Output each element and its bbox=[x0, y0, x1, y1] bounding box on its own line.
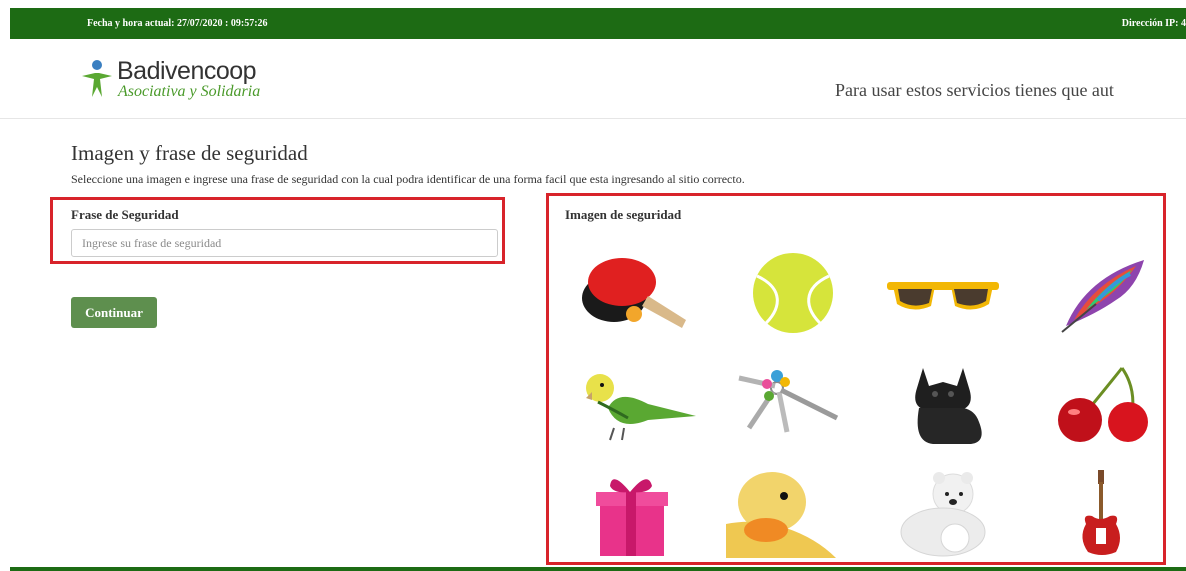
image-option-gift[interactable] bbox=[578, 468, 698, 558]
logo-tagline: Asociativa y Solidaria bbox=[118, 83, 261, 100]
electric-guitar-icon bbox=[1082, 470, 1120, 555]
bottom-bar bbox=[10, 567, 1186, 571]
top-bar: Fecha y hora actual: 27/07/2020 : 09:57:… bbox=[10, 8, 1186, 39]
image-option-feather[interactable] bbox=[1036, 248, 1156, 338]
gift-box-icon bbox=[596, 479, 668, 556]
current-datetime: Fecha y hora actual: 27/07/2020 : 09:57:… bbox=[87, 18, 268, 29]
image-option-parakeet[interactable] bbox=[578, 358, 698, 448]
page-title: Imagen y frase de seguridad bbox=[71, 141, 308, 165]
image-option-polar-bear[interactable] bbox=[883, 468, 1003, 558]
image-option-guitar[interactable] bbox=[1036, 468, 1156, 558]
image-option-duckling[interactable] bbox=[726, 468, 846, 558]
logo[interactable]: Badivencoop Asociativa y Solidaria bbox=[80, 57, 300, 102]
image-option-ping-pong[interactable] bbox=[578, 248, 698, 338]
french-bulldog-icon bbox=[915, 368, 982, 444]
ping-pong-paddle-icon bbox=[582, 258, 686, 328]
image-option-bulldog[interactable] bbox=[883, 358, 1003, 448]
phrase-label: Frase de Seguridad bbox=[71, 207, 179, 222]
image-option-tennis-ball[interactable] bbox=[733, 248, 853, 338]
parakeet-icon bbox=[586, 374, 696, 441]
image-option-sunglasses[interactable] bbox=[883, 248, 1003, 338]
security-phrase-input[interactable] bbox=[71, 229, 498, 257]
continue-button[interactable]: Continuar bbox=[71, 297, 157, 328]
page-subtitle: Seleccione una imagen e ingrese una fras… bbox=[71, 172, 745, 186]
feather-icon bbox=[1061, 260, 1144, 333]
ip-address: Dirección IP: 4 bbox=[1121, 18, 1186, 29]
keys-icon bbox=[738, 370, 839, 433]
security-image-label: Imagen de seguridad bbox=[565, 207, 682, 222]
image-option-keys[interactable] bbox=[733, 358, 853, 448]
duckling-icon bbox=[726, 472, 836, 558]
polar-bear-cub-icon bbox=[900, 472, 986, 557]
cherries-icon bbox=[1058, 367, 1148, 442]
logo-brand: Badivencoop bbox=[117, 57, 257, 85]
tennis-ball-icon bbox=[753, 253, 833, 333]
logo-figure-icon bbox=[82, 60, 112, 97]
header: Badivencoop Asociativa y Solidaria Para … bbox=[0, 39, 1186, 119]
sunglasses-icon bbox=[887, 282, 999, 310]
image-option-cherries[interactable] bbox=[1036, 358, 1156, 448]
auth-notice: Para usar estos servicios tienes que aut bbox=[835, 80, 1114, 100]
